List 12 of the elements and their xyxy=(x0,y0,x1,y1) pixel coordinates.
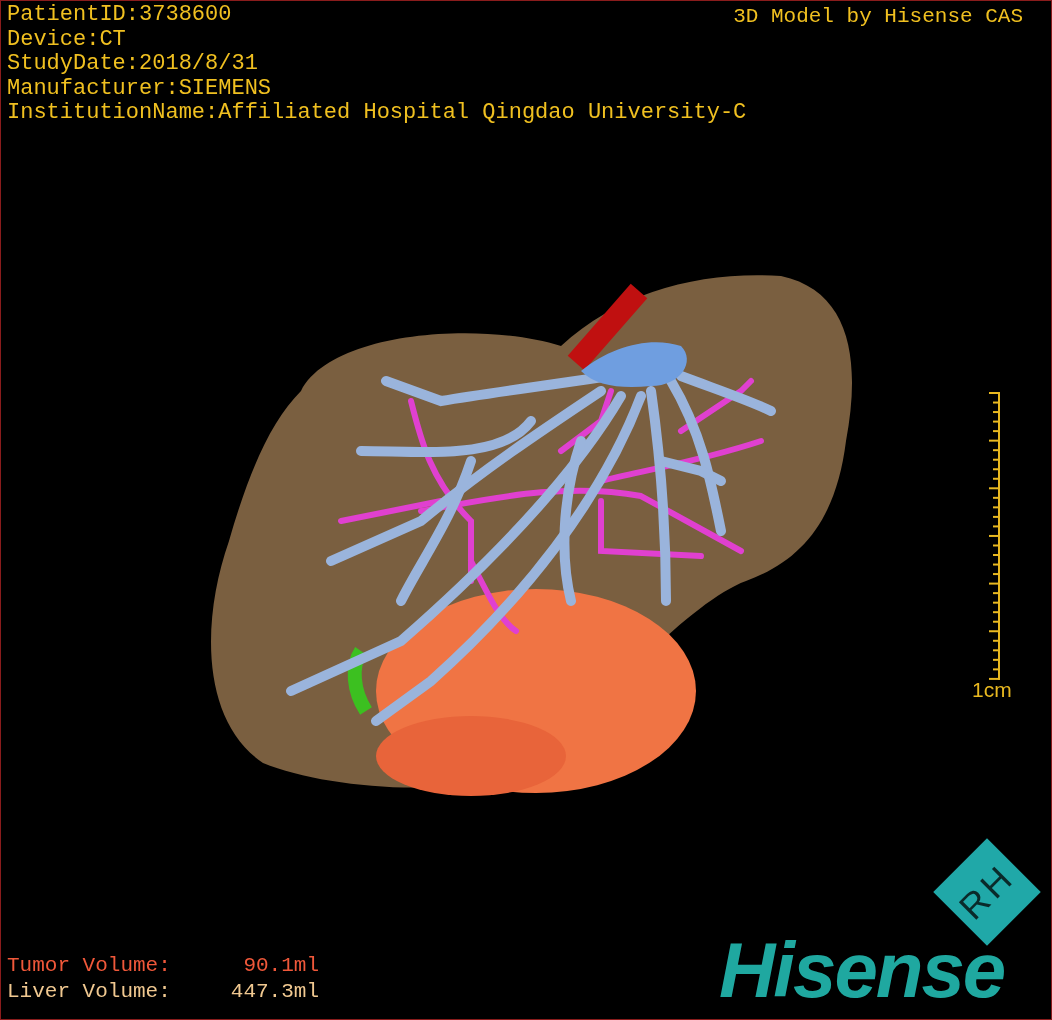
study-info-text: PatientID:3738600 xyxy=(7,3,232,28)
logo-badge: RH xyxy=(933,838,1041,946)
study-info-text: StudyDate:2018/8/31 xyxy=(7,52,258,77)
volume-label: Tumor Volume: xyxy=(7,953,172,979)
model-caption: 3D Model by Hisense CAS xyxy=(733,5,1023,28)
volume-value: 90.1ml xyxy=(242,953,319,979)
volume-label: Liver Volume: xyxy=(7,979,172,1005)
volume-value: 447.3ml xyxy=(229,979,319,1005)
study-info-text: Device:CT xyxy=(7,27,126,52)
scale-label: 1cm xyxy=(972,678,1012,702)
study-info-text: InstitutionName:Affiliated Hospital Qingdao University-C xyxy=(7,101,747,126)
study-info-text: Manufacturer:SIEMENS xyxy=(7,76,272,101)
